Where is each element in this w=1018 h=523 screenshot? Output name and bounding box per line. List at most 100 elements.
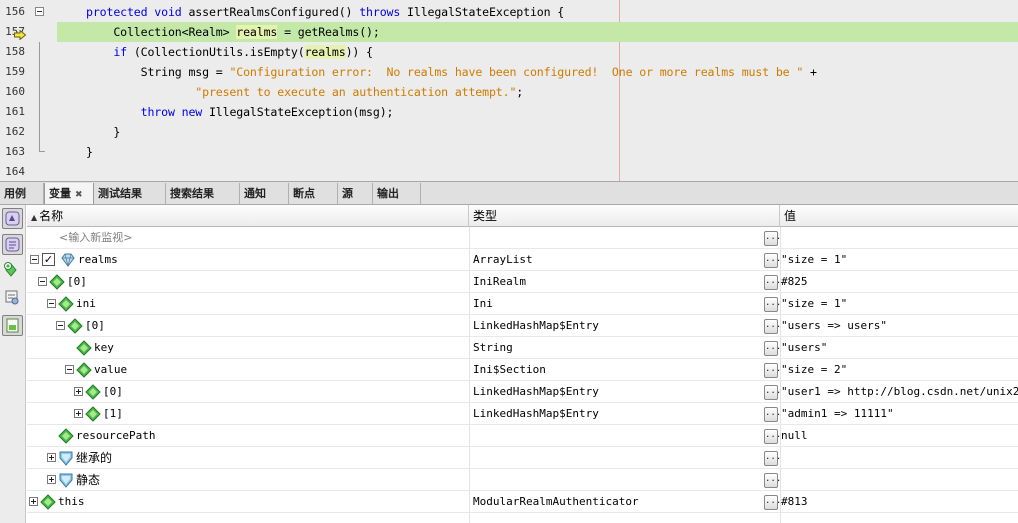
name-cell: [1] bbox=[27, 403, 469, 425]
show-values-icon[interactable] bbox=[2, 315, 23, 336]
variable-diamond-icon bbox=[58, 296, 74, 312]
variable-name: value bbox=[94, 363, 128, 376]
expand-icon[interactable] bbox=[29, 497, 38, 506]
edit-value-button[interactable]: ... bbox=[764, 275, 781, 290]
code-token: "present to execute an authentication at… bbox=[86, 85, 517, 99]
watch-gem-icon bbox=[60, 252, 76, 268]
fold-marker bbox=[33, 22, 47, 42]
show-watches-icon[interactable] bbox=[2, 234, 23, 255]
table-row[interactable]: value Ini$Section... "size = 2" bbox=[27, 359, 1018, 381]
line-number: 162 bbox=[5, 125, 25, 138]
table-row[interactable]: ✓ realms ArrayList... "size = 1" bbox=[27, 249, 1018, 271]
edit-value-button[interactable]: ... bbox=[764, 253, 781, 268]
column-header-type[interactable]: 类型 bbox=[469, 205, 780, 227]
tab-label: 变量 bbox=[49, 187, 71, 200]
variable-value[interactable]: #813 bbox=[781, 491, 808, 513]
table-row[interactable]: <输入新监视>... bbox=[27, 227, 1018, 249]
tab-7[interactable]: 源 bbox=[338, 183, 373, 204]
column-header-value-label: 值 bbox=[784, 209, 797, 223]
collapse-icon[interactable] bbox=[30, 255, 39, 264]
edit-value-button[interactable]: ... bbox=[764, 297, 781, 312]
collapse-icon[interactable] bbox=[65, 365, 74, 374]
edit-value-button[interactable]: ... bbox=[764, 385, 781, 400]
tab-3[interactable]: 测试结果 bbox=[94, 183, 166, 204]
expand-icon[interactable] bbox=[47, 475, 56, 484]
tab-2[interactable]: 变量 ✖ bbox=[44, 183, 94, 204]
code-token: + bbox=[803, 65, 817, 79]
new-watch-icon[interactable] bbox=[2, 260, 23, 281]
column-header-type-label: 类型 bbox=[473, 209, 498, 223]
variable-diamond-icon bbox=[85, 384, 101, 400]
tab-5[interactable]: 通知 bbox=[240, 183, 289, 204]
table-row[interactable]: ini Ini... "size = 1" bbox=[27, 293, 1018, 315]
collapse-icon[interactable] bbox=[35, 7, 44, 16]
edit-value-button[interactable]: ... bbox=[764, 341, 781, 356]
table-row[interactable]: 静态... bbox=[27, 469, 1018, 491]
edit-value-button[interactable]: ... bbox=[764, 231, 781, 246]
column-header-name[interactable]: ▲ 名称 bbox=[27, 205, 469, 227]
table-row[interactable]: 继承的... bbox=[27, 447, 1018, 469]
edit-value-button[interactable]: ... bbox=[764, 407, 781, 422]
line-gutter: 156 bbox=[0, 2, 57, 22]
collapse-icon[interactable] bbox=[56, 321, 65, 330]
edit-value-button[interactable]: ... bbox=[764, 495, 781, 510]
variable-value[interactable]: "users" bbox=[781, 337, 827, 359]
name-cell: 静态 bbox=[27, 469, 469, 491]
tab-1[interactable]: 用例 bbox=[0, 183, 44, 204]
variable-value[interactable]: "size = 1" bbox=[781, 249, 847, 271]
edit-value-button[interactable]: ... bbox=[764, 363, 781, 378]
variable-value[interactable]: "size = 1" bbox=[781, 293, 847, 315]
expand-icon[interactable] bbox=[74, 409, 83, 418]
table-row[interactable]: [1] LinkedHashMap$Entry... "admin1 => 1111… bbox=[27, 403, 1018, 425]
variable-diamond-icon bbox=[76, 340, 92, 356]
table-row[interactable]: resourcePath... null bbox=[27, 425, 1018, 447]
tab-label: 输出 bbox=[377, 187, 399, 200]
code-text: String msg = "Configuration error: No re… bbox=[86, 62, 817, 82]
table-row[interactable]: [0] LinkedHashMap$Entry... "users => users… bbox=[27, 315, 1018, 337]
watch-settings-icon[interactable] bbox=[2, 287, 23, 308]
close-icon[interactable]: ✖ bbox=[75, 190, 83, 200]
code-editor[interactable]: 156 protected void assertRealmsConfigured… bbox=[0, 0, 1018, 181]
variable-value[interactable]: #825 bbox=[781, 271, 808, 293]
code-token: )) { bbox=[345, 45, 373, 59]
variable-name: this bbox=[58, 495, 85, 508]
tab-6[interactable]: 断点 bbox=[289, 183, 338, 204]
variable-value[interactable]: "users => users" bbox=[781, 315, 887, 337]
expand-icon[interactable] bbox=[47, 453, 56, 462]
edit-value-button[interactable]: ... bbox=[764, 319, 781, 334]
table-row[interactable]: this ModularRealmAuthenticator... #813 bbox=[27, 491, 1018, 513]
show-tooltips-icon[interactable] bbox=[2, 208, 23, 229]
code-token: ; bbox=[516, 85, 524, 99]
fold-marker[interactable] bbox=[33, 2, 47, 22]
table-row[interactable]: key String... "users" bbox=[27, 337, 1018, 359]
edit-value-button[interactable]: ... bbox=[764, 473, 781, 488]
line-gutter: 158 bbox=[0, 42, 57, 62]
new-watch-input[interactable]: <输入新监视> bbox=[59, 227, 132, 249]
watch-checkbox[interactable]: ✓ bbox=[42, 253, 55, 266]
tab-4[interactable]: 搜索结果 bbox=[166, 183, 240, 204]
variable-type: LinkedHashMap$Entry bbox=[473, 319, 599, 332]
fold-marker bbox=[33, 42, 47, 62]
column-header-value[interactable]: 值 bbox=[780, 205, 1018, 227]
collapse-icon[interactable] bbox=[38, 277, 47, 286]
variable-diamond-icon bbox=[40, 494, 56, 510]
code-text: if (CollectionUtils.isEmpty(realms)) { bbox=[86, 42, 373, 62]
variable-value[interactable]: null bbox=[781, 425, 808, 447]
variable-value[interactable]: "size = 2" bbox=[781, 359, 847, 381]
table-row[interactable]: [0] IniRealm... #825 bbox=[27, 271, 1018, 293]
expand-icon[interactable] bbox=[74, 387, 83, 396]
code-token: } bbox=[86, 145, 93, 159]
variables-toolbar bbox=[0, 205, 26, 523]
tab-8[interactable]: 输出 bbox=[373, 183, 421, 204]
line-number: 163 bbox=[5, 145, 25, 158]
variable-value[interactable]: "admin1 => 11111" bbox=[781, 403, 894, 425]
table-row[interactable]: [0] LinkedHashMap$Entry... "user1 => http:… bbox=[27, 381, 1018, 403]
name-cell: resourcePath bbox=[27, 425, 469, 447]
collapse-icon[interactable] bbox=[47, 299, 56, 308]
edit-value-button[interactable]: ... bbox=[764, 429, 781, 444]
sort-asc-icon: ▲ bbox=[31, 213, 38, 222]
edit-value-button[interactable]: ... bbox=[764, 451, 781, 466]
variable-value[interactable]: "user1 => http://blog.csdn.net/unix21" bbox=[781, 381, 1018, 403]
variable-type: LinkedHashMap$Entry bbox=[473, 385, 599, 398]
code-token: = getRealms(); bbox=[277, 25, 380, 39]
